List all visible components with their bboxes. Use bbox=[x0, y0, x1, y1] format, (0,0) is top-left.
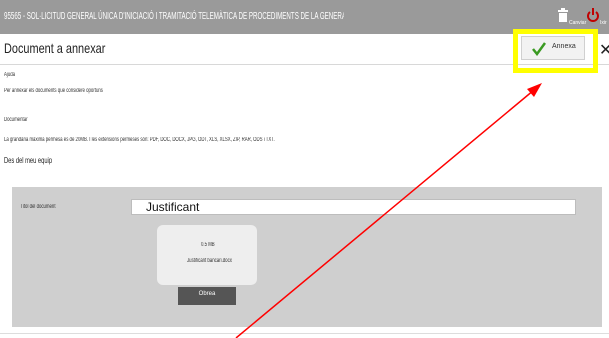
highlight-box bbox=[513, 29, 598, 73]
title-field-label: Títol del document bbox=[20, 204, 56, 210]
dialog-title: Document a annexar bbox=[4, 40, 106, 56]
exit-button[interactable]: Ixir bbox=[600, 20, 607, 26]
file-size: 0.5 MB bbox=[201, 242, 215, 248]
doc-info: La grandària màxima permesa és de 20MB. … bbox=[4, 137, 275, 143]
power-icon[interactable] bbox=[586, 7, 600, 23]
file-name: Justificant bancari.docx bbox=[187, 258, 232, 264]
document-title-input[interactable]: Justificant bbox=[131, 199, 576, 215]
document-title-value: Justificant bbox=[146, 200, 200, 214]
close-icon[interactable]: ✕ bbox=[599, 40, 609, 60]
change-button[interactable]: Canviar bbox=[569, 20, 586, 26]
open-button-label: Obrea bbox=[198, 291, 216, 297]
procedure-title: 95565 - SOL·LICITUD GENERAL ÚNICA D'INIC… bbox=[4, 11, 344, 22]
upload-panel: Títol del document Justificant 0.5 MB Ju… bbox=[12, 187, 602, 327]
divider bbox=[0, 333, 609, 334]
help-heading: Ajuda bbox=[4, 72, 16, 78]
from-my-computer: Des del meu equip bbox=[4, 156, 53, 165]
doc-heading: Documentar bbox=[4, 117, 28, 123]
trash-icon[interactable] bbox=[556, 7, 570, 23]
file-card[interactable]: 0.5 MB Justificant bancari.docx bbox=[157, 225, 257, 285]
open-button[interactable]: Obrea bbox=[178, 287, 236, 305]
help-text: Per annexar els documents que considere … bbox=[4, 88, 103, 94]
